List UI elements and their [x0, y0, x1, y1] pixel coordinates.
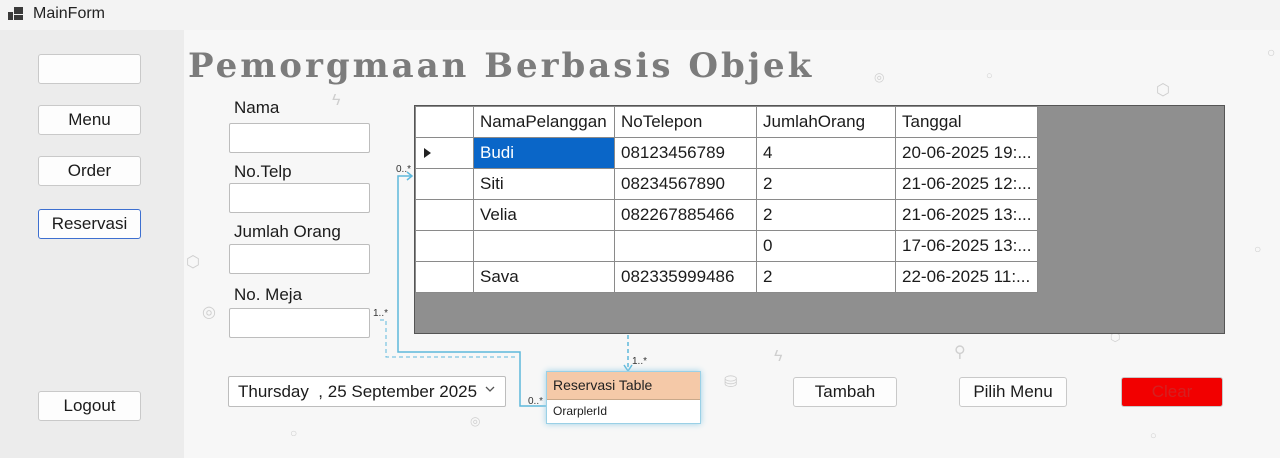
grid-cell[interactable]: 082267885466 — [614, 199, 757, 231]
grid-cell[interactable]: 20-06-2025 19:... — [894, 137, 1039, 169]
column-header-notelepon[interactable]: NoTelepon — [614, 106, 757, 138]
grid-cell[interactable]: 2 — [756, 261, 896, 293]
grid-cell[interactable]: 21-06-2025 13:... — [894, 199, 1039, 231]
grid-header-row: NamaPelanggan NoTelepon JumlahOrang Tang… — [415, 106, 1039, 138]
reservasi-grid[interactable]: NamaPelanggan NoTelepon JumlahOrang Tang… — [414, 105, 1225, 334]
column-header-namapelanggan[interactable]: NamaPelanggan — [473, 106, 615, 138]
row-header[interactable] — [415, 230, 474, 262]
table-row[interactable]: Velia 082267885466 2 21-06-2025 13:... — [415, 199, 1039, 231]
current-row-indicator — [415, 137, 474, 169]
multiplicity-label: 1..* — [632, 356, 648, 367]
grid-cell[interactable]: Sava — [473, 261, 615, 293]
grid-cell[interactable]: Velia — [473, 199, 615, 231]
grid-cell[interactable]: 0 — [756, 230, 896, 262]
table-row[interactable]: Sava 082335999486 2 22-06-2025 11:... — [415, 261, 1039, 293]
tambah-button[interactable]: Tambah — [793, 377, 897, 407]
clear-button[interactable]: Clear — [1121, 377, 1223, 407]
grid-cell[interactable]: Budi — [473, 137, 615, 169]
date-value: Thursday , 25 September 2025 — [238, 382, 478, 401]
row-arrow-icon — [424, 148, 431, 158]
row-header-corner — [415, 106, 474, 138]
table-row[interactable]: Siti 08234567890 2 21-06-2025 12:... — [415, 168, 1039, 200]
entity-title: Reservasi Table — [547, 372, 700, 400]
table-row[interactable]: 0 17-06-2025 13:... — [415, 230, 1039, 262]
chevron-down-icon[interactable] — [483, 382, 497, 396]
grid-cell[interactable]: 082335999486 — [614, 261, 757, 293]
grid-cell[interactable]: 22-06-2025 11:... — [894, 261, 1039, 293]
grid-cell[interactable]: 08234567890 — [614, 168, 757, 200]
row-header[interactable] — [415, 261, 474, 293]
entity-field: OrarplerId — [553, 404, 608, 418]
grid-cell[interactable] — [473, 230, 615, 262]
grid-cell[interactable]: 2 — [756, 199, 896, 231]
date-picker[interactable]: Thursday , 25 September 2025 — [228, 376, 506, 407]
multiplicity-label: 1..* — [373, 308, 389, 319]
column-header-jumlahorang[interactable]: JumlahOrang — [756, 106, 896, 138]
grid-cell[interactable]: 17-06-2025 13:... — [894, 230, 1039, 262]
row-header[interactable] — [415, 199, 474, 231]
reservasi-table-entity: Reservasi Table OrarplerId — [546, 371, 701, 424]
grid-cell[interactable]: 4 — [756, 137, 896, 169]
grid-table: NamaPelanggan NoTelepon JumlahOrang Tang… — [415, 106, 1039, 293]
grid-cell[interactable]: 08123456789 — [614, 137, 757, 169]
grid-cell[interactable]: Siti — [473, 168, 615, 200]
multiplicity-label: 0..* — [528, 396, 544, 407]
table-row[interactable]: Budi 08123456789 4 20-06-2025 19:... — [415, 137, 1039, 169]
row-header[interactable] — [415, 168, 474, 200]
multiplicity-label: 0..* — [396, 164, 412, 175]
column-header-tanggal[interactable]: Tanggal — [894, 106, 1039, 138]
grid-cell[interactable] — [614, 230, 757, 262]
grid-cell[interactable]: 21-06-2025 12:... — [894, 168, 1039, 200]
pilih-menu-button[interactable]: Pilih Menu — [959, 377, 1067, 407]
grid-cell[interactable]: 2 — [756, 168, 896, 200]
